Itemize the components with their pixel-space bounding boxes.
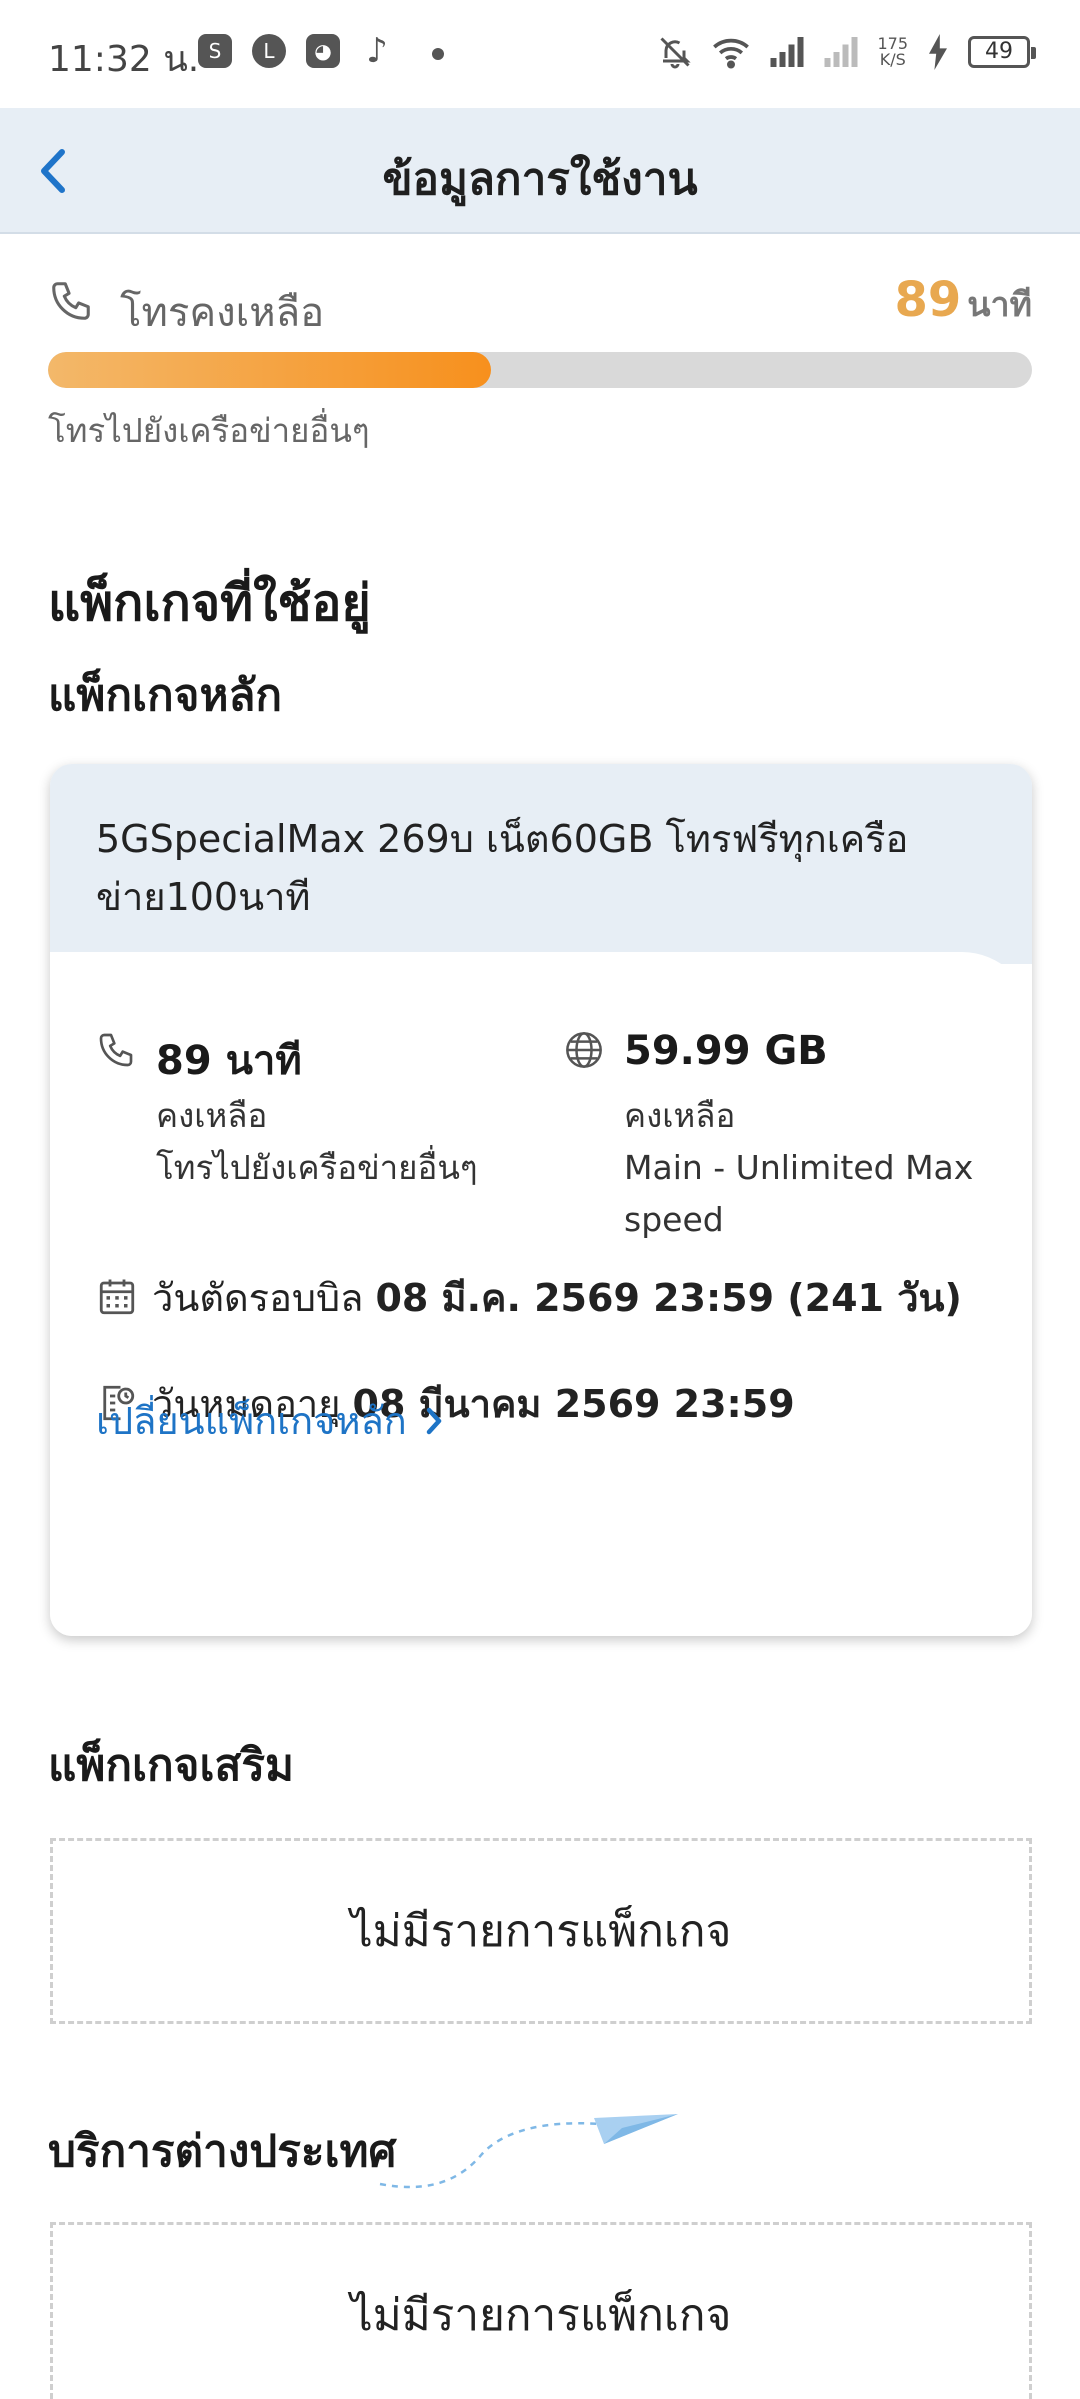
status-bar: 11:32 น. S L ◕ ♪ 175 K/S 49 — [0, 0, 1080, 108]
change-main-package-link[interactable]: เปลี่ยนแพ็กเกจหลัก — [96, 1390, 445, 1451]
current-packages-title: แพ็กเกจที่ใช้อยู่ — [48, 574, 371, 632]
status-time: 11:32 น. — [48, 39, 200, 80]
charging-icon — [929, 34, 947, 70]
package-card-header: 5GSpecialMax 269บ เน็ต60GB โทรฟรีทุกเครื… — [50, 764, 1032, 964]
calendar-icon — [99, 1279, 135, 1315]
package-name: 5GSpecialMax 269บ เน็ต60GB โทรฟรีทุกเครื… — [96, 817, 909, 919]
international-services-title: บริการต่างประเทศ — [48, 2126, 397, 2177]
main-package-card: 5GSpecialMax 269บ เน็ต60GB โทรฟรีทุกเครื… — [50, 764, 1032, 1636]
main-package-title: แพ็กเกจหลัก — [48, 670, 283, 721]
globe-icon — [566, 1032, 602, 1068]
billing-date-value: 08 มี.ค. 2569 23:59 (241 วัน) — [375, 1275, 962, 1320]
page-title: ข้อมูลการใช้งาน — [382, 154, 698, 205]
change-main-package-label: เปลี่ยนแพ็กเกจหลัก — [96, 1399, 407, 1443]
network-speed-unit: K/S — [879, 50, 906, 69]
paper-plane-icon — [379, 2114, 678, 2189]
chevron-right-icon — [426, 1407, 442, 1434]
signal-weak-icon — [824, 37, 858, 67]
phone-icon — [99, 1033, 133, 1067]
mute-bell-icon — [660, 37, 692, 69]
call-progress-fill — [48, 352, 491, 388]
call-remaining-subtitle: โทรไปยังเครือข่ายอื่นๆ — [48, 411, 370, 450]
notification-dot-icon — [432, 48, 444, 60]
international-empty-text: ไม่มีรายการแพ็กเกจ — [350, 2290, 732, 2341]
data-remaining-label: คงเหลือ — [624, 1096, 736, 1135]
call-remaining-unit: นาที — [967, 285, 1032, 325]
call-remaining-value: 89 นาที — [894, 272, 1032, 331]
call-progress-bar — [48, 352, 1032, 388]
data-value: 59.99 GB — [624, 1028, 828, 1074]
cat-app-icon: ◕ — [306, 34, 340, 68]
voice-scope-label: โทรไปยังเครือข่ายอื่นๆ — [156, 1148, 478, 1187]
addon-packages-title: แพ็กเกจเสริม — [48, 1740, 294, 1791]
data-details: คงเหลือ Main - Unlimited Max speed — [624, 1090, 1032, 1246]
voice-remaining-label: คงเหลือ — [156, 1096, 268, 1135]
data-scope-label: Main - Unlimited Max speed — [624, 1148, 974, 1239]
app-header: ข้อมูลการใช้งาน — [0, 108, 1080, 234]
battery-level: 49 — [985, 39, 1013, 64]
international-empty-state: ไม่มีรายการแพ็กเกจ — [50, 2222, 1032, 2399]
voice-details: คงเหลือ โทรไปยังเครือข่ายอื่นๆ — [156, 1090, 566, 1194]
billing-date-label: วันตัดรอบบิล — [152, 1275, 364, 1320]
tiktok-icon: ♪ — [366, 31, 388, 71]
line-icon: L — [252, 34, 286, 68]
addon-empty-state: ไม่มีรายการแพ็กเกจ — [50, 1838, 1032, 2024]
signal-icon — [770, 37, 804, 67]
wifi-icon — [713, 38, 750, 69]
billing-date-row: วันตัดรอบบิล 08 มี.ค. 2569 23:59 (241 วั… — [96, 1272, 962, 1322]
network-speed: 175 K/S — [877, 36, 908, 68]
call-remaining-label: โทรคงเหลือ — [120, 290, 325, 336]
addon-empty-text: ไม่มีรายการแพ็กเกจ — [350, 1906, 732, 1957]
call-remaining-number: 89 — [894, 272, 962, 328]
voice-value: 89 นาที — [156, 1038, 302, 1084]
shopee-icon: S — [198, 34, 232, 68]
call-remaining-row: โทรคงเหลือ 89 นาที — [48, 270, 1032, 340]
phone-icon — [52, 282, 90, 320]
package-card-body: 89 นาที คงเหลือ โทรไปยังเครือข่ายอื่นๆ 5… — [50, 952, 1032, 1636]
battery-icon: 49 — [968, 36, 1036, 68]
